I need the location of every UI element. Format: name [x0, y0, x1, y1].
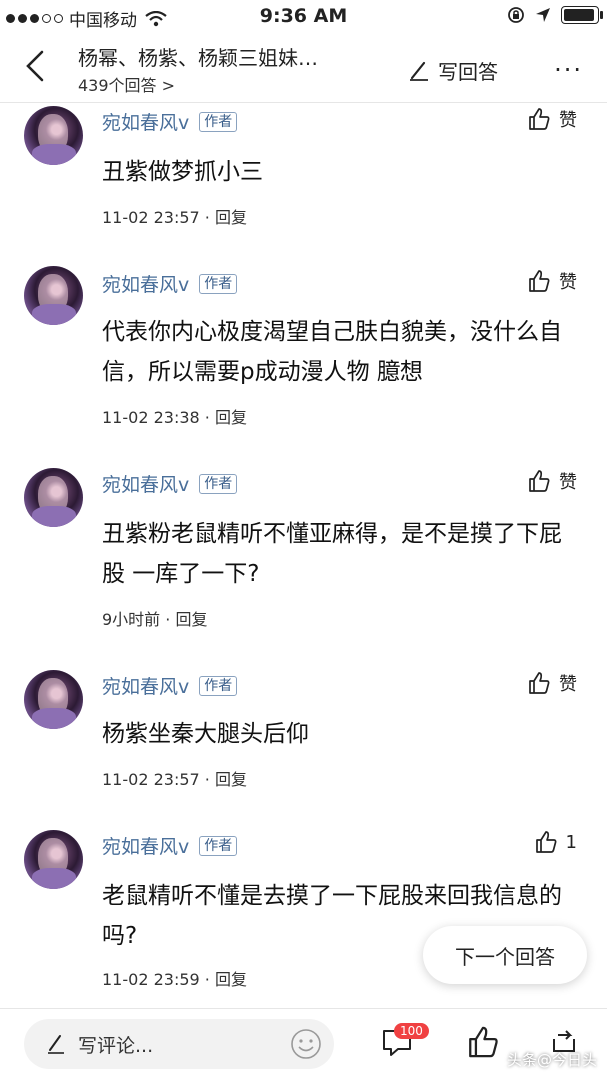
reply-link[interactable]: · 回复	[165, 610, 207, 629]
comment-time: 11-02 23:38	[102, 408, 200, 427]
pencil-icon	[48, 1035, 64, 1054]
next-answer-button[interactable]: 下一个回答	[423, 926, 587, 984]
avatar[interactable]	[24, 670, 83, 729]
comment-meta: 11-02 23:59 · 回复	[102, 966, 247, 990]
location-icon	[536, 8, 550, 22]
like-button[interactable]: 赞	[527, 468, 577, 494]
comment-time: 11-02 23:57	[102, 770, 200, 789]
like-button[interactable]: 1	[534, 830, 577, 854]
like-label: 赞	[559, 110, 577, 131]
like-button[interactable]: 赞	[527, 670, 577, 696]
reply-link[interactable]: · 回复	[205, 970, 247, 989]
comment-time: 11-02 23:57	[102, 208, 200, 227]
like-label: 赞	[559, 272, 577, 293]
like-button[interactable]: 赞	[527, 106, 577, 132]
avatar[interactable]	[24, 106, 83, 165]
comment-text: 丑紫粉老鼠精听不懂亚麻得，是不是摸了下屁股 一库了一下?	[102, 521, 562, 587]
thumbs-up-icon	[529, 672, 550, 694]
comment-author-row: 宛如春风v 作者	[102, 470, 238, 497]
back-arrow-icon[interactable]	[20, 48, 50, 84]
app-header: 杨幂、杨紫、杨颖三姐妹… 439个回答 > 写回答 ···	[0, 34, 607, 103]
write-answer-label: 写回答	[438, 60, 498, 84]
emoji-icon[interactable]	[290, 1028, 322, 1060]
write-answer-button[interactable]: 写回答	[408, 56, 498, 85]
author-tag-badge: 作者	[199, 835, 238, 856]
bottom-bar: 写评论... 100 头条@今日头	[0, 1008, 607, 1081]
like-count: 1	[565, 831, 577, 853]
comment-placeholder: 写评论...	[78, 1035, 154, 1057]
comment-meta: 11-02 23:38 · 回复	[102, 404, 247, 428]
thumbs-up-icon[interactable]	[466, 1025, 500, 1059]
comment-author-row: 宛如春风v 作者	[102, 108, 238, 135]
answer-count-link[interactable]: 439个回答 >	[78, 72, 175, 96]
reply-link[interactable]: · 回复	[205, 208, 247, 227]
thumbs-up-icon	[529, 270, 550, 292]
thumbs-up-icon	[529, 108, 550, 130]
question-title[interactable]: 杨幂、杨紫、杨颖三姐妹…	[78, 42, 318, 71]
status-bar: 中国移动 9:36 AM	[0, 0, 607, 34]
comment-text: 丑紫做梦抓小三	[102, 159, 263, 185]
comment-text: 代表你内心极度渴望自己肤白貌美，没什么自信，所以需要p成动漫人物 臆想	[102, 319, 562, 385]
comment-text: 杨紫坐秦大腿头后仰	[102, 721, 309, 747]
comment-meta: 9小时前 · 回复	[102, 606, 207, 630]
orientation-lock-icon	[508, 7, 524, 23]
reply-link[interactable]: · 回复	[205, 770, 247, 789]
author-tag-badge: 作者	[199, 273, 238, 294]
author-tag-badge: 作者	[199, 675, 238, 696]
comment-meta: 11-02 23:57 · 回复	[102, 766, 247, 790]
more-menu-button[interactable]: ···	[554, 56, 583, 84]
author-tag-badge: 作者	[199, 473, 238, 494]
avatar[interactable]	[24, 266, 83, 325]
watermark: 头条@今日头	[506, 1051, 597, 1069]
comment-meta: 11-02 23:57 · 回复	[102, 204, 247, 228]
reply-link[interactable]: · 回复	[205, 408, 247, 427]
comment-time: 9小时前	[102, 610, 161, 629]
comment-input[interactable]: 写评论...	[24, 1019, 334, 1069]
avatar[interactable]	[24, 468, 83, 527]
comment-count-badge: 100	[394, 1023, 429, 1039]
thumbs-up-icon	[535, 831, 556, 853]
thumbs-up-icon	[529, 470, 550, 492]
battery-icon	[561, 6, 603, 24]
comment-author-row: 宛如春风v 作者	[102, 832, 238, 859]
author-tag-badge: 作者	[199, 111, 238, 132]
like-label: 赞	[559, 472, 577, 493]
comment-time: 11-02 23:59	[102, 970, 200, 989]
pencil-icon	[410, 61, 428, 81]
comment-author[interactable]: 宛如春风v	[102, 470, 189, 497]
status-icons	[507, 6, 603, 24]
like-button[interactable]: 赞	[527, 268, 577, 294]
comment-author-row: 宛如春风v 作者	[102, 672, 238, 699]
avatar[interactable]	[24, 830, 83, 889]
comment-author-row: 宛如春风v 作者	[102, 270, 238, 297]
like-label: 赞	[559, 674, 577, 695]
comment-author[interactable]: 宛如春风v	[102, 672, 189, 699]
comment-author[interactable]: 宛如春风v	[102, 270, 189, 297]
comment-author[interactable]: 宛如春风v	[102, 108, 189, 135]
comment-author[interactable]: 宛如春风v	[102, 832, 189, 859]
